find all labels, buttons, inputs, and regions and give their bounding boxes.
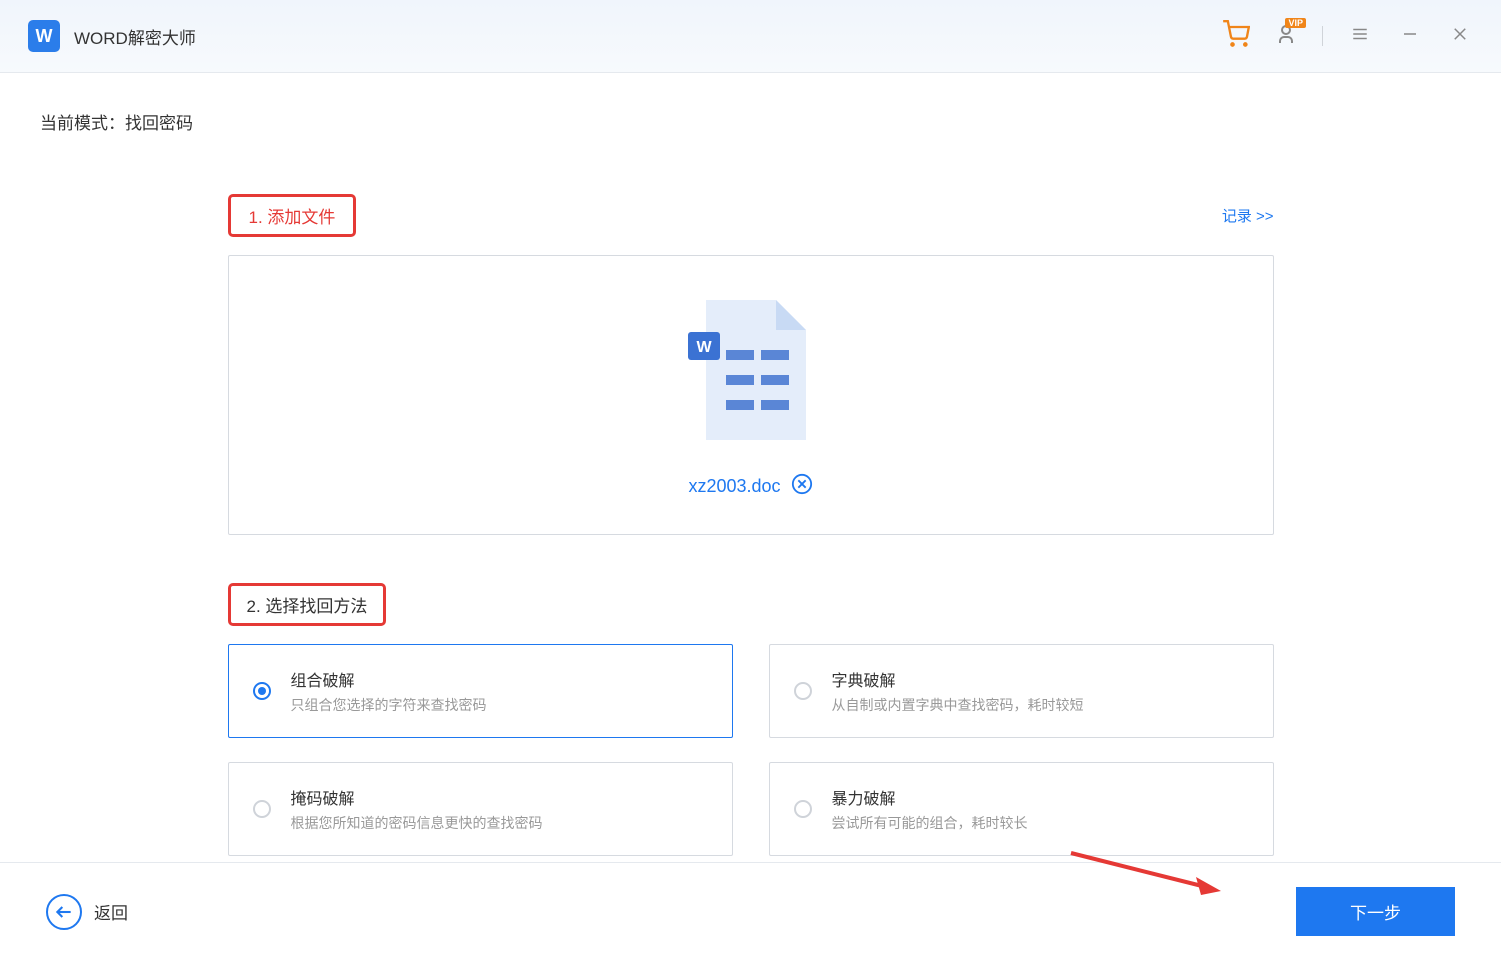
app-header: W WORD解密大师 VIP xyxy=(0,0,1501,73)
cart-icon[interactable] xyxy=(1222,20,1250,53)
svg-text:W: W xyxy=(696,339,712,356)
option-bruteforce[interactable]: 暴力破解 尝试所有可能的组合，耗时较长 xyxy=(769,762,1274,856)
menu-icon[interactable] xyxy=(1347,21,1373,52)
option-title: 字典破解 xyxy=(832,667,1084,691)
record-link[interactable]: 记录 >> xyxy=(1222,205,1274,226)
file-drop-area[interactable]: W xz2003.doc xyxy=(228,255,1274,535)
back-arrow-icon xyxy=(46,894,82,930)
file-name: xz2003.doc xyxy=(688,476,780,497)
option-dictionary[interactable]: 字典破解 从自制或内置字典中查找密码，耗时较短 xyxy=(769,644,1274,738)
remove-file-icon[interactable] xyxy=(791,473,813,500)
back-label: 返回 xyxy=(94,899,128,924)
radio-icon xyxy=(253,682,271,700)
radio-icon xyxy=(794,800,812,818)
radio-icon xyxy=(253,800,271,818)
option-title: 暴力破解 xyxy=(832,785,1028,809)
section-add-file: 1. 添加文件 记录 >> W xz2003.doc xyxy=(228,194,1274,535)
user-icon[interactable]: VIP xyxy=(1274,22,1298,51)
header-divider xyxy=(1322,26,1323,46)
option-combination[interactable]: 组合破解 只组合您选择的字符来查找密码 xyxy=(228,644,733,738)
next-button[interactable]: 下一步 xyxy=(1296,887,1455,936)
section-choose-method: 2. 选择找回方法 组合破解 只组合您选择的字符来查找密码 字典破解 从自制或内… xyxy=(228,583,1274,856)
close-window-icon[interactable] xyxy=(1447,21,1473,52)
option-desc: 根据您所知道的密码信息更快的查找密码 xyxy=(291,813,543,833)
minimize-icon[interactable] xyxy=(1397,21,1423,52)
logo-letter: W xyxy=(36,26,53,47)
header-right: VIP xyxy=(1222,20,1473,53)
option-desc: 从自制或内置字典中查找密码，耗时较短 xyxy=(832,695,1084,715)
radio-icon xyxy=(794,682,812,700)
app-logo: W xyxy=(28,20,60,52)
header-left: W WORD解密大师 xyxy=(28,20,196,52)
section1-title: 1. 添加文件 xyxy=(228,194,357,237)
word-doc-icon: W xyxy=(676,290,826,455)
option-mask[interactable]: 掩码破解 根据您所知道的密码信息更快的查找密码 xyxy=(228,762,733,856)
section2-title-box: 2. 选择找回方法 xyxy=(228,583,387,626)
option-desc: 只组合您选择的字符来查找密码 xyxy=(291,695,487,715)
section2-title: 2. 选择找回方法 xyxy=(247,597,368,616)
main-content: 当前模式：找回密码 1. 添加文件 记录 >> W xyxy=(0,73,1501,856)
section1-header: 1. 添加文件 记录 >> xyxy=(228,194,1274,237)
option-desc: 尝试所有可能的组合，耗时较长 xyxy=(832,813,1028,833)
footer: 返回 下一步 xyxy=(0,862,1501,960)
method-options-grid: 组合破解 只组合您选择的字符来查找密码 字典破解 从自制或内置字典中查找密码，耗… xyxy=(228,644,1274,856)
app-title: WORD解密大师 xyxy=(74,24,196,49)
option-title: 组合破解 xyxy=(291,667,487,691)
section2-header: 2. 选择找回方法 xyxy=(228,583,1274,626)
vip-badge: VIP xyxy=(1285,18,1306,28)
file-name-row: xz2003.doc xyxy=(688,473,812,500)
mode-label: 当前模式：找回密码 xyxy=(40,109,1461,134)
option-title: 掩码破解 xyxy=(291,785,543,809)
back-button[interactable]: 返回 xyxy=(46,894,128,930)
